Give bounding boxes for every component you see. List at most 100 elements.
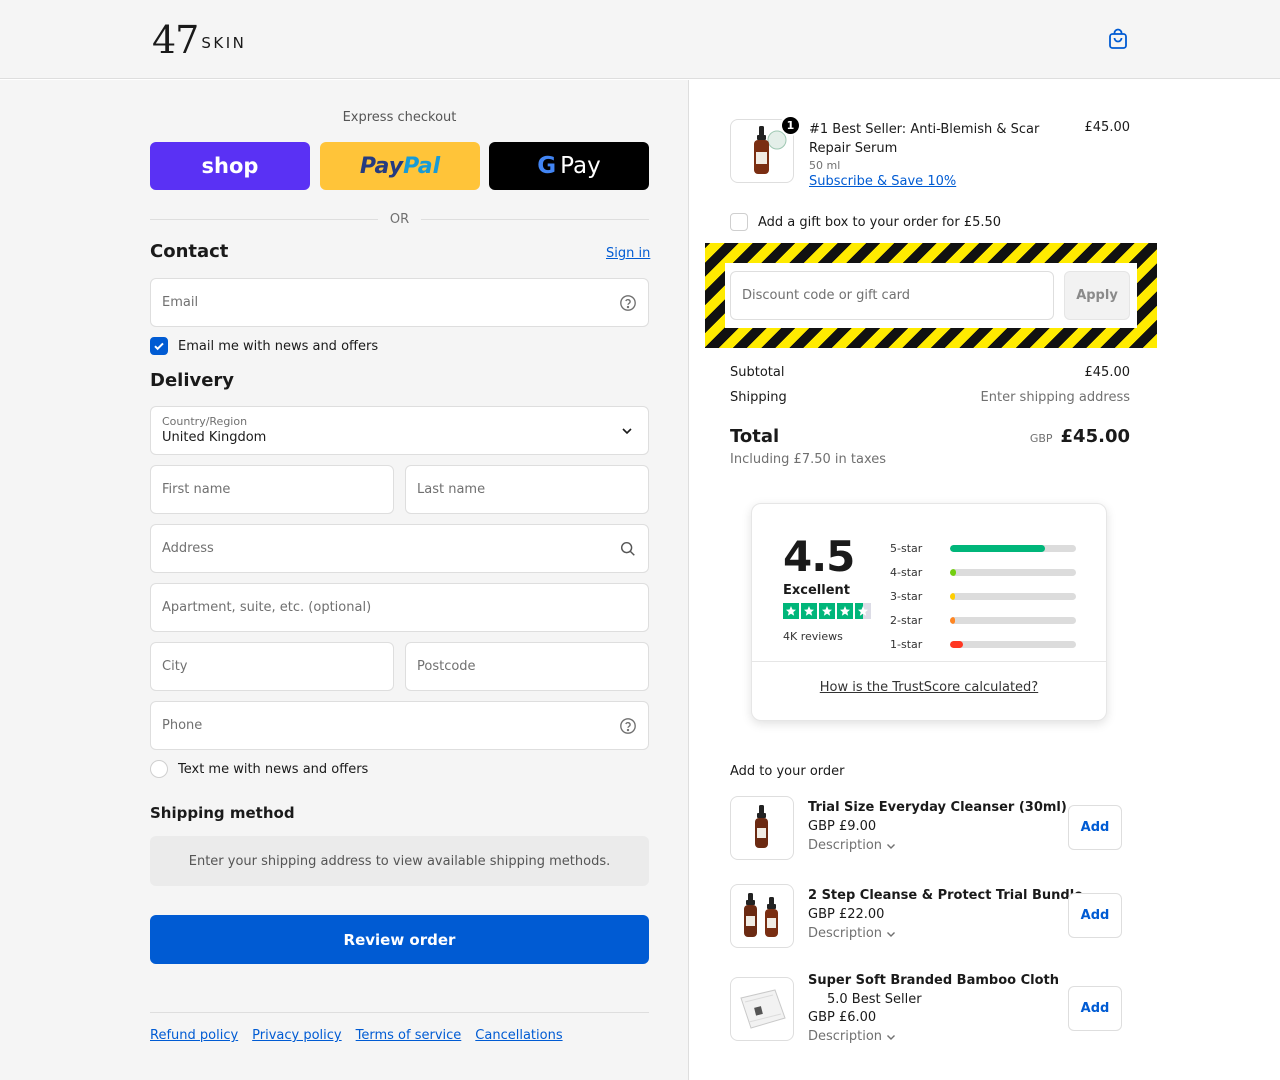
- or-divider: OR: [150, 210, 650, 228]
- first-name-input[interactable]: [151, 466, 393, 513]
- cancellations-link[interactable]: Cancellations: [475, 1028, 562, 1043]
- description-label: Description: [808, 926, 883, 941]
- product-thumbnail: 1: [730, 115, 801, 183]
- phone-input[interactable]: [151, 702, 648, 749]
- upsell-thumbnail-bundle: [730, 884, 794, 948]
- star-icon: [819, 603, 835, 619]
- express-checkout-title: Express checkout: [342, 110, 457, 125]
- subtotal-value: £45.00: [1084, 365, 1131, 380]
- brand-logo[interactable]: 47 SKIN: [152, 16, 246, 60]
- email-opt-in-row[interactable]: Email me with news and offers: [150, 337, 378, 355]
- upsell-title: Add to your order: [730, 764, 845, 779]
- apartment-input[interactable]: [151, 584, 648, 631]
- city-field[interactable]: [150, 642, 394, 691]
- postcode-input[interactable]: [406, 643, 648, 690]
- apartment-field[interactable]: [150, 583, 649, 632]
- rating-bar-fill: [950, 616, 956, 624]
- refund-policy-link[interactable]: Refund policy: [150, 1028, 238, 1043]
- google-g-icon: G: [537, 153, 557, 179]
- chevron-down-icon: [622, 428, 632, 435]
- rating-bar-label: 2-star: [890, 613, 923, 627]
- discount-highlight-frame: Apply: [705, 243, 1157, 348]
- discount-row: Apply: [725, 263, 1137, 328]
- upsell-item-price: GBP £22.00: [808, 907, 885, 922]
- shipping-method-message: Enter your shipping address to view avai…: [188, 853, 611, 869]
- trustscore-info-link[interactable]: How is the TrustScore calculated?: [752, 680, 1106, 695]
- rating-bar-row: 3-star: [890, 584, 1080, 608]
- upsell-item-name: Trial Size Everyday Cleanser (30ml): [808, 800, 1067, 815]
- cleanser-bottle-image: [755, 805, 768, 848]
- privacy-policy-link[interactable]: Privacy policy: [252, 1028, 341, 1043]
- paypal-label-pal: Pal: [403, 153, 441, 179]
- subscribe-save-link[interactable]: Subscribe & Save 10%: [809, 174, 956, 189]
- shop-pay-button[interactable]: shop: [150, 142, 310, 190]
- bamboo-cloth-image: [740, 989, 786, 1029]
- shipping-method-title: Shipping method: [150, 804, 295, 822]
- quantity-badge: 1: [780, 115, 801, 136]
- shipping-value: Enter shipping address: [980, 390, 1130, 405]
- product-name: #1 Best Seller: Anti-Blemish & Scar Repa…: [809, 122, 1040, 156]
- gift-box-row[interactable]: Add a gift box to your order for £5.50: [730, 213, 1001, 231]
- terms-of-service-link[interactable]: Terms of service: [356, 1028, 462, 1043]
- city-input[interactable]: [151, 643, 393, 690]
- rating-bar-row: 2-star: [890, 608, 1080, 632]
- email-field[interactable]: [150, 278, 649, 327]
- trust-score: 4.5: [783, 532, 855, 581]
- trust-rating-label: Excellent: [783, 583, 850, 598]
- country-value: United Kingdom: [162, 430, 267, 445]
- shop-pay-label: shop: [201, 154, 259, 178]
- star-icon: [837, 603, 853, 619]
- text-opt-in-checkbox[interactable]: [150, 760, 168, 778]
- add-cleanser-button[interactable]: Add: [1068, 805, 1122, 850]
- rating-bar-fill: [950, 592, 956, 600]
- order-summary-column: 1 #1 Best Seller: Anti-Blemish & Scar Re…: [690, 80, 1280, 1080]
- upsell-description-toggle[interactable]: Description: [808, 1029, 897, 1044]
- email-opt-in-label: Email me with news and offers: [178, 338, 379, 354]
- rating-bar-row: 1-star: [890, 632, 1080, 656]
- upsell-description-toggle[interactable]: Description: [808, 838, 897, 853]
- bundle-bottles-image: [744, 893, 778, 937]
- upsell-item-rating: 5.0 Best Seller: [827, 992, 922, 1007]
- shopping-bag-icon[interactable]: [1106, 27, 1130, 51]
- discount-field[interactable]: [730, 271, 1054, 320]
- help-circle-icon[interactable]: [619, 717, 637, 735]
- contact-title: Contact: [150, 241, 229, 262]
- paypal-button[interactable]: Pay Pal: [320, 142, 480, 190]
- rating-bar-row: 5-star: [890, 536, 1080, 560]
- address-input[interactable]: [151, 525, 648, 572]
- last-name-input[interactable]: [406, 466, 648, 513]
- text-opt-in-row[interactable]: Text me with news and offers: [150, 760, 368, 778]
- total-value: £45.00: [1060, 426, 1130, 447]
- add-cloth-button[interactable]: Add: [1068, 986, 1122, 1031]
- email-opt-in-checkbox[interactable]: [150, 337, 168, 355]
- google-pay-button[interactable]: G Pay: [489, 142, 649, 190]
- shipping-method-notice: Enter your shipping address to view avai…: [150, 836, 649, 886]
- chevron-down-icon: [887, 1034, 896, 1040]
- gift-box-checkbox[interactable]: [730, 213, 748, 231]
- upsell-item-name: 2 Step Cleanse & Protect Trial Bundle: [808, 888, 1083, 903]
- apply-button[interactable]: Apply: [1064, 271, 1130, 320]
- address-field[interactable]: [150, 524, 649, 573]
- first-name-field[interactable]: [150, 465, 394, 514]
- footer-links: Refund policy Privacy policy Terms of se…: [150, 1028, 563, 1043]
- last-name-field[interactable]: [405, 465, 649, 514]
- search-icon[interactable]: [619, 540, 637, 558]
- email-input[interactable]: [151, 279, 648, 326]
- total-amount: GBP £45.00: [1030, 426, 1130, 447]
- rating-bar-label: 4-star: [890, 565, 923, 579]
- subtotal-row: Subtotal £45.00: [730, 365, 1130, 380]
- check-icon: [154, 342, 164, 351]
- half-star-icon: [855, 603, 871, 619]
- discount-input[interactable]: [731, 272, 1053, 319]
- phone-field[interactable]: [150, 701, 649, 750]
- help-circle-icon[interactable]: [619, 294, 637, 312]
- sign-in-link[interactable]: Sign in: [606, 246, 650, 261]
- shipping-row: Shipping Enter shipping address: [730, 390, 1130, 405]
- country-select[interactable]: Country/Region United Kingdom: [150, 406, 649, 455]
- upsell-item-price: GBP £6.00: [808, 1010, 877, 1025]
- trustpilot-widget: 4.5 Excellent 4K reviews 5-star 4-star 3…: [751, 503, 1107, 721]
- upsell-description-toggle[interactable]: Description: [808, 926, 897, 941]
- add-bundle-button[interactable]: Add: [1068, 893, 1122, 938]
- review-order-button[interactable]: Review order: [150, 915, 649, 964]
- postcode-field[interactable]: [405, 642, 649, 691]
